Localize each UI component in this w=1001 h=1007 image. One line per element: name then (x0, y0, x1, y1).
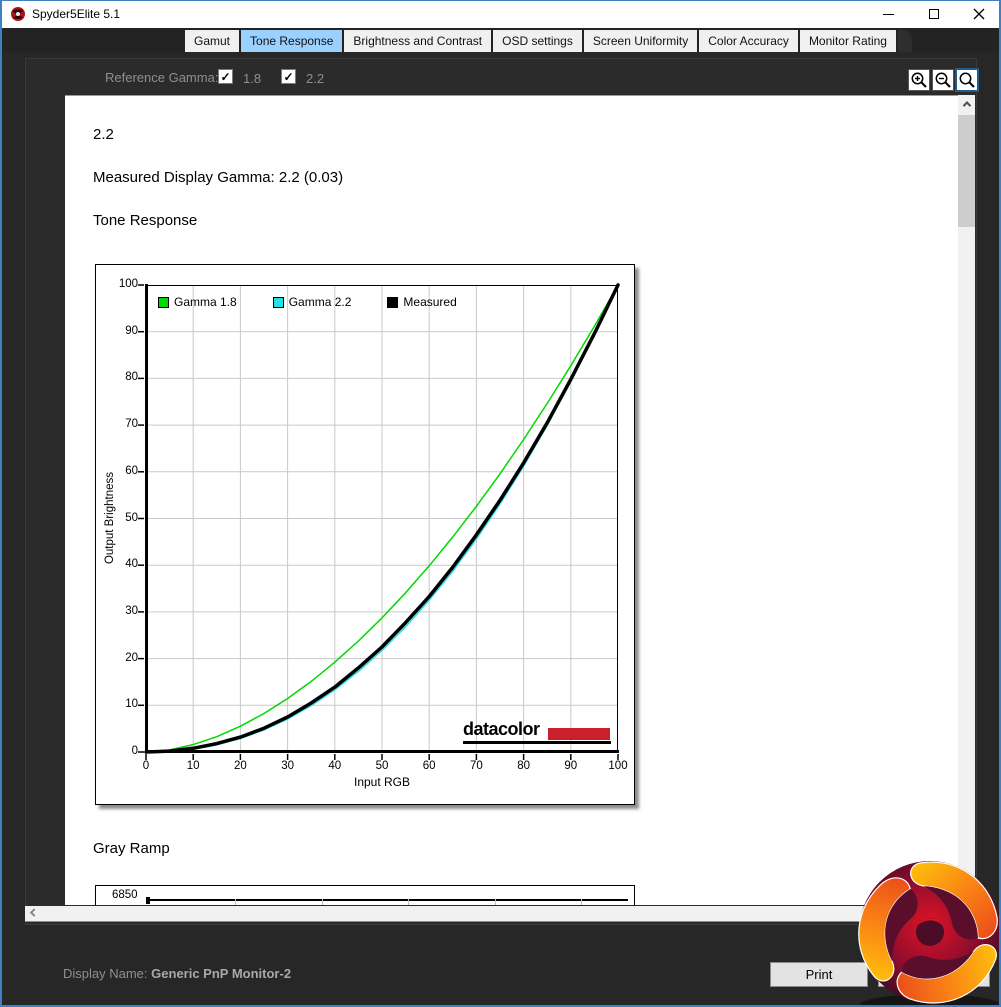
y-tick-label: 70 (125, 418, 138, 431)
x-tick-label: 0 (142, 760, 150, 772)
reference-gamma-label: Reference Gamma: (105, 70, 219, 85)
horizontal-scrollbar[interactable] (25, 906, 977, 922)
zoom-in-icon (911, 72, 927, 88)
checkbox-gamma-1-8[interactable]: ✓ (218, 69, 233, 84)
maximize-button[interactable] (911, 0, 956, 28)
measured-gamma-text: Measured Display Gamma: 2.2 (0.03) (93, 169, 344, 186)
y-tick-label: 10 (125, 698, 138, 711)
x-tick-label: 50 (375, 760, 389, 772)
checkbox-gamma-2-2-label: 2.2 (306, 71, 325, 86)
y-tick-label: 100 (118, 278, 138, 290)
gray-ramp-axis-line (149, 899, 628, 901)
gray-ramp-heading: Gray Ramp (93, 840, 170, 857)
x-tick-label: 80 (517, 760, 530, 772)
y-tick-label: 20 (125, 651, 138, 664)
x-tick-label: 70 (469, 760, 483, 772)
datacolor-logo-red-bar (548, 728, 610, 740)
zoom-in-button[interactable] (908, 69, 930, 91)
legend-item: Gamma 2.2 (272, 295, 352, 309)
display-name-value: Generic PnP Monitor-2 (151, 966, 292, 981)
legend-swatch (158, 296, 169, 308)
zoom-out-button[interactable] (932, 69, 954, 91)
vertical-scrollbar-thumb[interactable] (958, 115, 975, 227)
tab-bar: Gamut Tone Response Brightness and Contras… (185, 30, 912, 52)
legend-item: Measured (387, 295, 457, 309)
legend-swatch (272, 296, 284, 308)
tab-gamut[interactable]: Gamut (185, 30, 240, 52)
x-axis-title: Input RGB (353, 775, 411, 789)
window-border (0, 0, 2, 1007)
gray-ramp-gridline (322, 899, 323, 905)
vertical-scrollbar[interactable] (958, 95, 975, 905)
legend-label: Gamma 2.2 (288, 295, 352, 309)
tab-screen-uniformity[interactable]: Screen Uniformity (583, 30, 698, 52)
app-icon (11, 7, 25, 21)
axis-ticks (138, 284, 619, 760)
display-name-row: Display Name: Generic PnP Monitor-2 (63, 966, 291, 981)
document-page: 2.2 Measured Display Gamma: 2.2 (0.03) T… (65, 95, 958, 905)
y-tick-label: 30 (125, 604, 138, 617)
x-tick-label: 30 (281, 760, 294, 772)
title-bar: Spyder5Elite 5.1 (0, 0, 1001, 28)
close-button[interactable] (956, 0, 1001, 28)
gray-ramp-first-tick: 6850 (112, 889, 138, 901)
tab-strip: Gamut Tone Response Brightness and Contras… (0, 28, 1001, 52)
x-tick-label: 10 (186, 760, 200, 772)
tab-monitor-rating[interactable]: Monitor Rating (799, 30, 896, 52)
tab-tone-response[interactable]: Tone Response (241, 30, 343, 52)
x-tick-label: 90 (564, 760, 578, 772)
gray-ramp-gridline (235, 899, 236, 905)
zoom-out-icon (935, 72, 951, 88)
magnifier-icon (959, 72, 975, 88)
tab-strip-endcap (897, 30, 912, 52)
checkbox-gamma-2-2[interactable]: ✓ (281, 69, 296, 84)
x-tick-label: 40 (328, 760, 342, 772)
y-tick-label: 90 (125, 324, 138, 337)
gray-ramp-gridline (495, 899, 496, 905)
tab-osd-settings[interactable]: OSD settings (493, 30, 582, 52)
legend-label: Measured (403, 295, 457, 309)
tab-brightness-and-contrast[interactable]: Brightness and Contrast (344, 30, 492, 52)
x-tick-label: 20 (233, 760, 247, 772)
zoom-select-button[interactable] (955, 68, 979, 92)
app-window: Spyder5Elite 5.1 Gamut Tone Response Brigh… (0, 0, 1001, 1007)
checkbox-gamma-1-8-label: 1.8 (243, 71, 262, 86)
gray-ramp-gridline (581, 899, 582, 905)
y-tick-label: 40 (125, 558, 138, 571)
legend-swatch (387, 296, 399, 308)
scroll-left-arrow-icon[interactable] (25, 906, 42, 922)
minimize-button[interactable] (866, 0, 911, 28)
tone-response-chart: Output Brightness Input RGB Gamma 1.8 Gam… (95, 264, 635, 805)
legend-item: Gamma 1.8 (158, 295, 237, 309)
scroll-up-arrow-icon[interactable] (958, 95, 975, 112)
plot-area (138, 283, 620, 760)
datacolor-logo: datacolor (463, 718, 611, 744)
gray-ramp-chart: 6850 (95, 885, 635, 905)
y-tick-label: 60 (125, 464, 138, 477)
close-icon (973, 8, 984, 20)
kitguru-swirl-logo (858, 861, 1001, 1007)
tone-response-heading: Tone Response (93, 212, 198, 229)
gray-ramp-gridline (408, 899, 409, 905)
x-tick-label: 100 (608, 760, 628, 772)
datacolor-logo-text: datacolor (463, 719, 540, 739)
chart-legend: Gamma 1.8 Gamma 2.2 Measured (158, 295, 457, 309)
x-tick-label: 60 (422, 760, 436, 772)
y-tick-label: 50 (125, 511, 138, 524)
window-title: Spyder5Elite 5.1 (32, 7, 121, 21)
y-tick-label: 0 (131, 745, 138, 757)
gamma-value-text: 2.2 (93, 126, 114, 143)
legend-label: Gamma 1.8 (174, 295, 237, 309)
y-tick-label: 80 (125, 371, 138, 384)
tab-color-accuracy[interactable]: Color Accuracy (699, 30, 798, 52)
grid-lines (146, 285, 618, 752)
display-name-label: Display Name: (63, 966, 148, 981)
